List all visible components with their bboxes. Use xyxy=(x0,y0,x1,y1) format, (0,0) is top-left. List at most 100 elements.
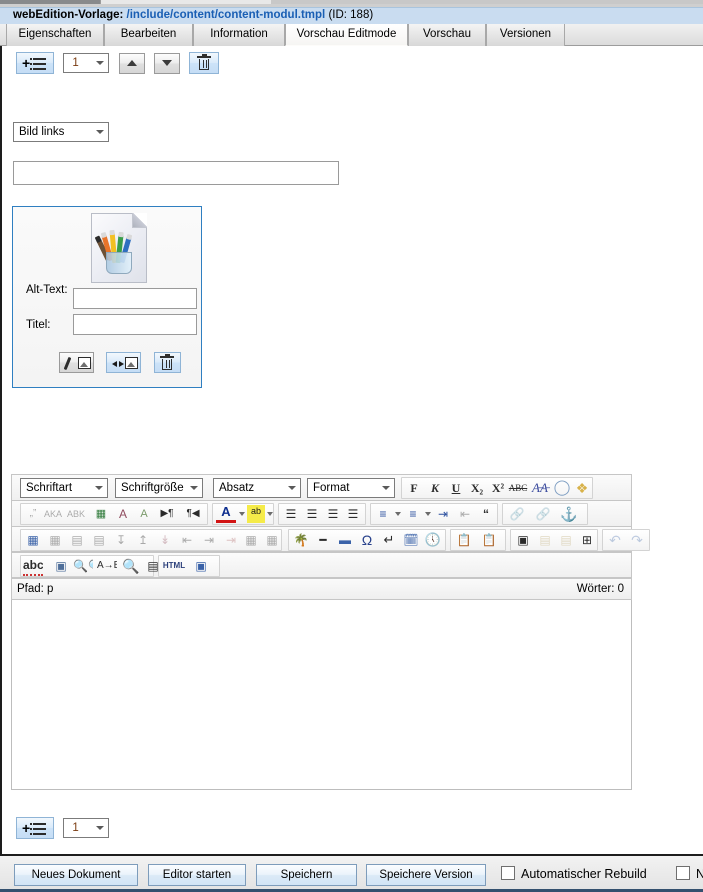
editor-content-area[interactable] xyxy=(11,600,632,790)
table-properties-icon[interactable]: ▦ xyxy=(45,531,65,549)
tab-vorschau[interactable]: Vorschau xyxy=(408,24,486,46)
align-right-icon[interactable]: ☰ xyxy=(323,505,343,523)
auto-rebuild-checkbox-wrap[interactable]: Automatischer Rebuild xyxy=(501,865,647,884)
alt-text-input[interactable] xyxy=(73,288,197,309)
move-up-button[interactable] xyxy=(118,52,145,74)
bold-button[interactable]: F xyxy=(404,479,424,497)
horizontal-rule-icon[interactable]: ━ xyxy=(313,531,333,549)
delete-block-button[interactable] xyxy=(189,52,220,74)
add-block-button-bottom[interactable]: + xyxy=(16,817,54,839)
special-character-icon[interactable]: Ω xyxy=(357,531,377,549)
paintbrush-icon[interactable]: ❖ xyxy=(572,479,592,497)
highlight-table-icon[interactable]: ▦ xyxy=(91,505,111,523)
tab-bearbeiten[interactable]: Bearbeiten xyxy=(104,24,193,46)
align-justify-icon[interactable]: ☰ xyxy=(343,505,363,523)
uppercase-icon[interactable]: AKA xyxy=(43,505,63,523)
paste-from-word-icon[interactable]: 📋 xyxy=(479,531,499,549)
strikethrough-button[interactable]: ABC xyxy=(508,479,528,497)
redo-icon[interactable]: ↷ xyxy=(627,531,647,549)
start-editor-button[interactable]: Editor starten xyxy=(148,864,246,886)
save-button[interactable]: Speichern xyxy=(256,864,357,886)
move-backward-icon[interactable]: ▤ xyxy=(535,531,555,549)
delete-row-icon[interactable]: ↡ xyxy=(155,531,175,549)
decrease-font-icon[interactable]: A xyxy=(134,505,154,523)
annotation-icon[interactable]: ▣ xyxy=(51,557,71,575)
italic-button[interactable]: K xyxy=(425,479,445,497)
bullet-list-icon[interactable]: ≡ xyxy=(373,505,393,523)
tab-information[interactable]: Information xyxy=(193,24,285,46)
rtl-direction-icon[interactable]: ¶◀ xyxy=(183,505,203,523)
table-row-properties-icon[interactable]: ▤ xyxy=(67,531,87,549)
indent-increase-icon[interactable]: ⇥ xyxy=(433,505,453,523)
preview-icon[interactable]: ▣ xyxy=(191,557,211,575)
format-select[interactable]: Format xyxy=(307,478,395,498)
align-left-icon[interactable]: ☰ xyxy=(281,505,301,523)
remove-link-icon[interactable]: 🔗 xyxy=(533,505,553,523)
merge-cells-icon[interactable]: ▦ xyxy=(241,531,261,549)
increase-font-icon[interactable]: A xyxy=(113,505,133,523)
numbered-list-dropdown-icon[interactable] xyxy=(425,512,431,516)
block-index-select[interactable]: 1 xyxy=(63,53,110,73)
header-template-path[interactable]: /include/content/content-modul.tmpl xyxy=(127,9,326,21)
insert-table-icon[interactable]: ▦ xyxy=(23,531,43,549)
underline-button[interactable]: U xyxy=(446,479,466,497)
title-input[interactable] xyxy=(73,314,197,335)
indent-decrease-icon[interactable]: ⇤ xyxy=(455,505,475,523)
line-break-icon[interactable]: ↵ xyxy=(379,531,399,549)
insert-flash-icon[interactable]: ▬ xyxy=(335,531,355,549)
insert-column-before-icon[interactable]: ⇤ xyxy=(177,531,197,549)
insert-image-icon[interactable]: 🌴 xyxy=(291,531,311,549)
tab-eigenschaften[interactable]: Eigenschaften xyxy=(6,24,104,46)
new-document-button[interactable]: Neues Dokument xyxy=(14,864,138,886)
image-alignment-select[interactable]: Bild links xyxy=(13,122,109,142)
save-version-button[interactable]: Speichere Version xyxy=(366,864,486,886)
spellcheck-icon[interactable]: abc xyxy=(23,556,43,576)
lowercase-icon[interactable]: ABK xyxy=(66,505,86,523)
insert-row-after-icon[interactable]: ↥ xyxy=(133,531,153,549)
search-icon[interactable]: 🔍 xyxy=(121,557,141,575)
align-center-icon[interactable]: ☰ xyxy=(302,505,322,523)
table-cell-properties-icon[interactable]: ▤ xyxy=(89,531,109,549)
add-block-button[interactable]: + xyxy=(16,52,54,74)
font-size-select[interactable]: Schriftgröße xyxy=(115,478,203,498)
anchor-icon[interactable]: ⚓ xyxy=(559,505,579,523)
edit-image-button[interactable] xyxy=(59,352,94,373)
second-checkbox-wrap[interactable]: N xyxy=(676,865,703,884)
remove-format-button[interactable]: A̶A̶ xyxy=(530,479,550,497)
delete-column-icon[interactable]: ⇥ xyxy=(221,531,241,549)
bullet-list-dropdown-icon[interactable] xyxy=(395,512,401,516)
insert-link-icon[interactable]: 🔗 xyxy=(507,505,527,523)
image-placeholder-thumbnail[interactable] xyxy=(91,213,147,283)
highlight-color-button[interactable]: ab xyxy=(247,505,265,523)
tab-vorschau-editmode[interactable]: Vorschau Editmode xyxy=(285,24,408,46)
find-icon[interactable]: 🔍🔍 xyxy=(73,557,93,575)
font-color-dropdown-icon[interactable] xyxy=(239,512,245,516)
insert-date-icon[interactable]: 🗓 xyxy=(401,531,421,549)
replace-icon[interactable]: A→B xyxy=(97,557,117,575)
undo-icon[interactable]: ↶ xyxy=(605,531,625,549)
headline-input[interactable] xyxy=(13,161,339,185)
font-family-select[interactable]: Schriftart xyxy=(20,478,108,498)
delete-image-button[interactable] xyxy=(153,352,181,373)
numbered-list-icon[interactable]: ≡ xyxy=(403,505,423,523)
paste-as-text-icon[interactable]: 📋 xyxy=(454,531,474,549)
superscript-button[interactable]: X² xyxy=(488,479,508,497)
second-checkbox[interactable] xyxy=(676,866,690,880)
ltr-direction-icon[interactable]: ▶¶ xyxy=(157,505,177,523)
eraser-icon[interactable]: ◯ xyxy=(552,479,572,497)
move-forward-icon[interactable]: ▤ xyxy=(556,531,576,549)
move-down-button[interactable] xyxy=(154,52,181,74)
split-cell-icon[interactable]: ▦ xyxy=(262,531,282,549)
blockquote-icon[interactable]: “ xyxy=(476,505,496,523)
highlight-color-dropdown-icon[interactable] xyxy=(267,512,273,516)
insert-layer-icon[interactable]: ⊞ xyxy=(577,531,597,549)
insert-column-after-icon[interactable]: ⇥ xyxy=(199,531,219,549)
subscript-button[interactable]: X₂ xyxy=(467,479,487,497)
select-all-icon[interactable]: ▣ xyxy=(513,531,533,549)
insert-row-before-icon[interactable]: ↧ xyxy=(111,531,131,549)
insert-time-icon[interactable]: 🕔 xyxy=(423,531,443,549)
paragraph-select[interactable]: Absatz xyxy=(213,478,301,498)
select-image-button[interactable] xyxy=(106,352,142,373)
font-color-button[interactable]: A xyxy=(216,505,236,523)
auto-rebuild-checkbox[interactable] xyxy=(501,866,515,880)
